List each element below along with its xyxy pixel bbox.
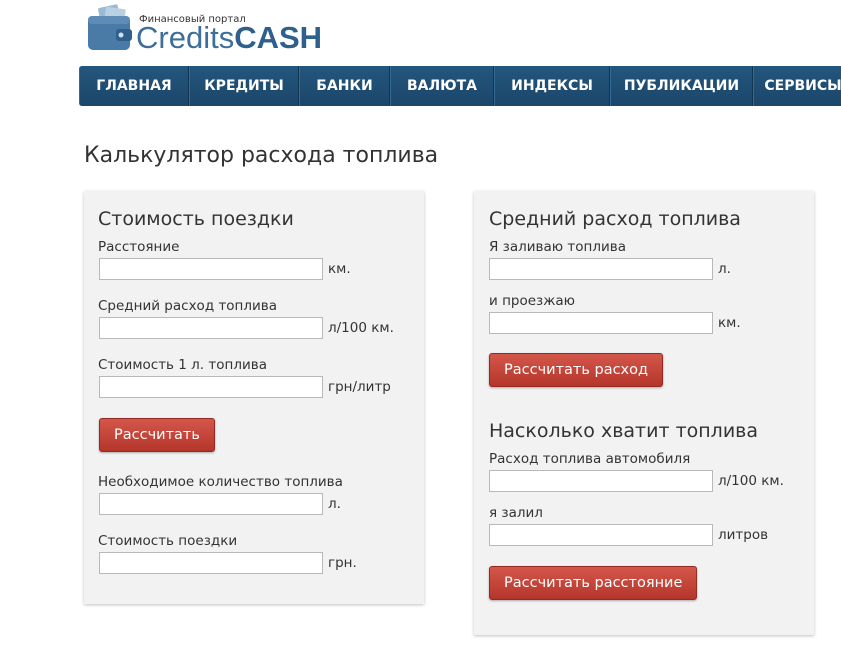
fuel-filled-input[interactable] — [489, 524, 713, 546]
fuel-filled-unit: литров — [718, 527, 769, 543]
distance-driven-label: и проезжаю — [489, 293, 576, 309]
required-fuel-unit: л. — [328, 496, 341, 512]
fuel-poured-input[interactable] — [489, 258, 713, 280]
fuel-price-input[interactable] — [99, 376, 323, 398]
fuel-poured-unit: л. — [718, 261, 731, 277]
trip-total-unit: грн. — [328, 555, 357, 571]
calculate-consumption-button[interactable]: Рассчитать расход — [489, 353, 664, 387]
trip-cost-title: Стоимость поездки — [98, 208, 294, 230]
logo-word-cash: CASH — [234, 20, 323, 55]
site-logo[interactable]: Финансовый портал CreditsCASH — [87, 4, 347, 58]
wallet-icon — [88, 4, 132, 50]
calculate-distance-button[interactable]: Рассчитать расстояние — [489, 566, 698, 600]
nav-item-publications[interactable]: ПУБЛИКАЦИИ — [610, 66, 753, 106]
fuel-consumption-panel: Средний расход топлива Я заливаю топлива… — [474, 191, 814, 635]
logo-wordmark: CreditsCASH — [136, 22, 322, 53]
nav-item-banks[interactable]: БАНКИ — [299, 66, 390, 106]
nav-item-indexes[interactable]: ИНДЕКСЫ — [494, 66, 610, 106]
logo-word-credits: Credits — [136, 20, 235, 55]
distance-driven-input[interactable] — [489, 312, 713, 334]
car-consumption-label: Расход топлива автомобиля — [489, 451, 691, 467]
main-nav: ГЛАВНАЯ КРЕДИТЫ БАНКИ ВАЛЮТА ИНДЕКСЫ ПУБ… — [79, 66, 841, 106]
range-title: Насколько хватит топлива — [489, 420, 759, 442]
fuel-price-label: Стоимость 1 л. топлива — [98, 357, 267, 373]
required-fuel-output[interactable] — [99, 493, 323, 515]
trip-total-output[interactable] — [99, 552, 323, 574]
nav-item-services[interactable]: СЕРВИСЫ — [753, 66, 841, 106]
trip-total-label: Стоимость поездки — [98, 533, 238, 549]
nav-item-currency[interactable]: ВАЛЮТА — [390, 66, 494, 106]
nav-item-main[interactable]: ГЛАВНАЯ — [79, 66, 189, 106]
consumption-unit: л/100 км. — [328, 320, 394, 336]
distance-driven-unit: км. — [718, 315, 741, 331]
consumption-input[interactable] — [99, 317, 323, 339]
fuel-filled-label: я залил — [489, 505, 543, 521]
avg-consumption-title: Средний расход топлива — [489, 208, 741, 230]
distance-input[interactable] — [99, 258, 323, 280]
nav-item-credits[interactable]: КРЕДИТЫ — [189, 66, 299, 106]
car-consumption-input[interactable] — [489, 470, 713, 492]
car-consumption-unit: л/100 км. — [718, 473, 784, 489]
calculate-button[interactable]: Рассчитать — [99, 418, 215, 452]
trip-cost-panel: Стоимость поездки Расстояние км. Средний… — [84, 191, 424, 604]
page-title: Калькулятор расхода топлива — [84, 143, 439, 168]
fuel-poured-label: Я заливаю топлива — [489, 239, 626, 255]
required-fuel-label: Необходимое количество топлива — [98, 474, 343, 490]
distance-unit: км. — [328, 261, 351, 277]
fuel-price-unit: грн/литр — [328, 379, 391, 395]
consumption-label: Средний расход топлива — [98, 298, 278, 314]
distance-label: Расстояние — [98, 239, 180, 255]
